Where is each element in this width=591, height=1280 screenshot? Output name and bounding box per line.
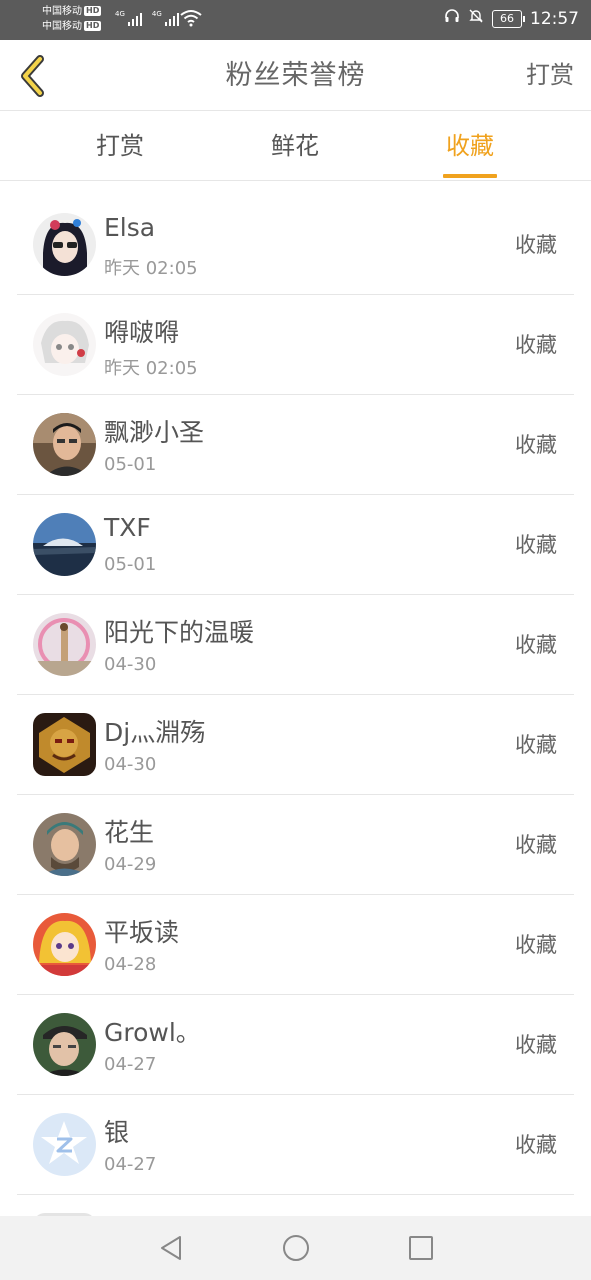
list-item[interactable]: 银 04-27 收藏: [17, 1095, 574, 1195]
fan-time: 04-27: [104, 1154, 157, 1175]
back-triangle-icon: [160, 1236, 181, 1260]
signal-icon: 4G: [115, 10, 142, 26]
action-label: 收藏: [515, 833, 557, 857]
top-app-bar: 粉丝荣誉榜 打赏: [0, 40, 591, 111]
list-item[interactable]: Elsa 昨天 02:05 收藏: [17, 195, 574, 295]
chevron-left-icon: [21, 55, 44, 97]
wifi-icon: [180, 9, 202, 31]
fan-time: 04-30: [104, 754, 157, 775]
list-item[interactable]: 阳光下的温暖 04-30 收藏: [17, 595, 574, 695]
list-item[interactable]: Dj灬淵殇 04-30 收藏: [17, 695, 574, 795]
fan-name: Growl。: [104, 1018, 201, 1047]
tab-bar: 打赏 鲜花 收藏: [0, 111, 591, 181]
fan-list: Elsa 昨天 02:05 收藏 嘚啵嘚 昨天 02:05 收藏 飘渺小圣 05…: [17, 195, 574, 1225]
list-item[interactable]: Growl。 04-27 收藏: [17, 995, 574, 1095]
avatar: [33, 1013, 96, 1076]
fan-time: 04-30: [104, 654, 157, 675]
avatar: [33, 513, 96, 576]
action-label: 收藏: [515, 333, 557, 357]
fan-name: Dj灬淵殇: [104, 718, 206, 747]
page-title: 粉丝荣誉榜: [225, 60, 366, 91]
nav-home-button[interactable]: [276, 1228, 316, 1268]
fan-name: 飘渺小圣: [104, 418, 205, 447]
fan-time: 昨天 02:05: [104, 258, 198, 279]
fan-name: TXF: [104, 513, 151, 542]
action-label: 收藏: [515, 1033, 557, 1057]
avatar: [33, 613, 96, 676]
carrier-1: 中国移动: [42, 6, 82, 17]
action-label: 收藏: [515, 933, 557, 957]
fan-name: Elsa: [104, 213, 156, 242]
fan-time: 04-27: [104, 1054, 157, 1075]
tab-label: 鲜花: [271, 132, 319, 160]
action-label: 收藏: [515, 633, 557, 657]
system-nav-bar: [0, 1216, 591, 1280]
fan-name: 银: [104, 1118, 130, 1147]
network-type: 4G: [151, 10, 162, 18]
hd-badge: HD: [84, 21, 102, 31]
home-circle-icon: [282, 1235, 309, 1261]
action-label: 收藏: [515, 533, 557, 557]
list-item[interactable]: 平坂读 04-28 收藏: [17, 895, 574, 995]
action-label: 收藏: [515, 1133, 557, 1157]
avatar: [33, 713, 96, 776]
headset-icon: [444, 8, 460, 29]
recents-square-icon: [408, 1236, 433, 1260]
avatar: [33, 213, 96, 276]
nav-back-button[interactable]: [151, 1228, 191, 1268]
fan-time: 04-29: [104, 854, 157, 875]
list-item[interactable]: TXF 05-01 收藏: [17, 495, 574, 595]
active-tab-indicator: [443, 174, 497, 178]
list-item[interactable]: 花生 04-29 收藏: [17, 795, 574, 895]
fan-time: 昨天 02:05: [104, 358, 198, 379]
network-type: 4G: [115, 10, 125, 18]
nav-recents-button[interactable]: [401, 1228, 441, 1268]
signal-icon: 4G: [152, 10, 179, 26]
fan-name: 花生: [104, 818, 155, 847]
carrier-2: 中国移动: [42, 21, 82, 32]
fan-time: 04-28: [104, 954, 157, 975]
tab-reward[interactable]: 打赏: [70, 111, 170, 181]
fan-name: 嘚啵嘚: [104, 318, 180, 347]
tab-label: 打赏: [96, 132, 144, 160]
avatar: [33, 913, 96, 976]
list-item[interactable]: 嘚啵嘚 昨天 02:05 收藏: [17, 295, 574, 395]
bell-off-icon: [468, 8, 484, 29]
tab-flowers[interactable]: 鲜花: [245, 111, 345, 181]
action-label: 收藏: [515, 733, 557, 757]
list-item[interactable]: 飘渺小圣 05-01 收藏: [17, 395, 574, 495]
avatar: [33, 1113, 96, 1176]
tab-favorites[interactable]: 收藏: [420, 111, 520, 181]
default-avatar-icon: [33, 1113, 96, 1176]
status-bar: 中国移动 HD 中国移动 HD 4G 4G 66 12:57: [0, 0, 591, 40]
fan-name: 平坂读: [104, 918, 180, 947]
back-button[interactable]: [10, 52, 54, 100]
action-label: 收藏: [515, 433, 557, 457]
avatar: [33, 813, 96, 876]
avatar: [33, 313, 96, 376]
avatar: [33, 413, 96, 476]
hd-badge: HD: [84, 6, 102, 16]
action-label: 收藏: [515, 233, 557, 257]
signal-indicators: 4G 4G: [115, 10, 179, 26]
battery-icon: 66: [492, 9, 525, 28]
fan-time: 05-01: [104, 554, 157, 575]
tab-label: 收藏: [446, 132, 494, 160]
clock: 12:57: [530, 8, 579, 29]
fan-time: 05-01: [104, 454, 157, 475]
carrier-info: 中国移动 HD 中国移动 HD: [42, 4, 102, 34]
fan-name: 阳光下的温暖: [104, 618, 255, 647]
reward-button[interactable]: 打赏: [526, 40, 574, 111]
